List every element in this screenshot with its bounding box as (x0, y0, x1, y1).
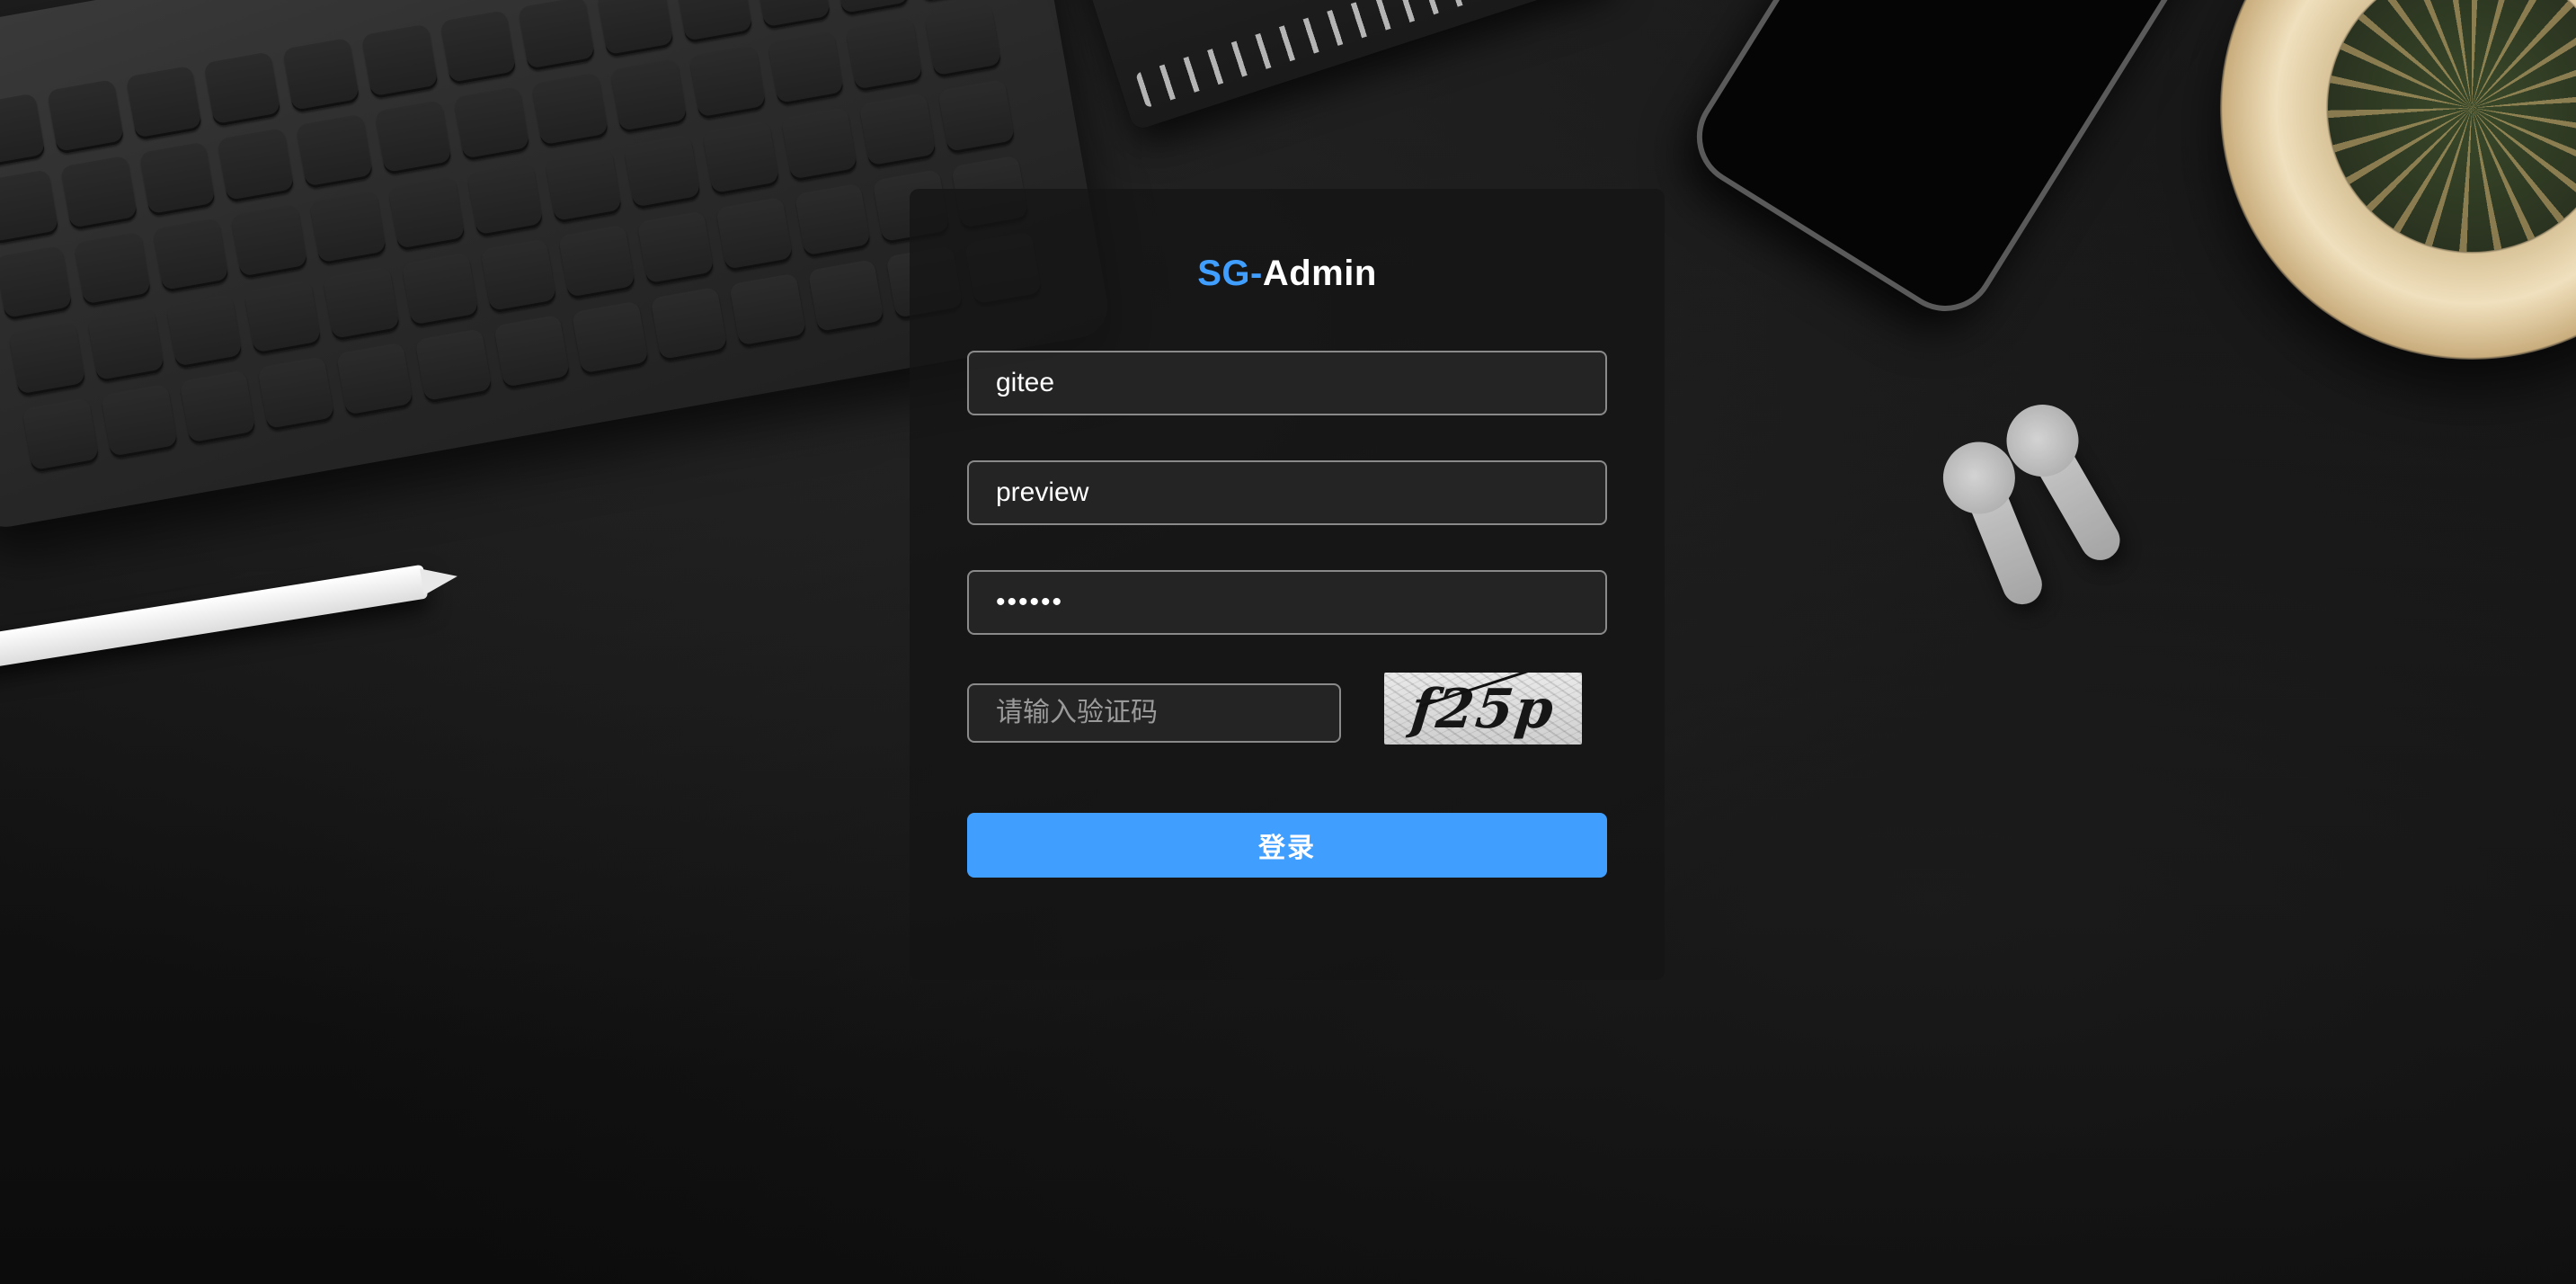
background-earbud (1960, 470, 2048, 611)
login-panel: SG-Admin f25p 登录 (910, 189, 2127, 980)
keyboard-keys (0, 0, 1043, 474)
notebook-spiral (1135, 0, 1592, 109)
captcha-image[interactable]: f25p (1384, 673, 1582, 745)
background-plant (2220, 0, 2576, 360)
background-notebook (1052, 0, 1614, 131)
background-stylus (0, 564, 429, 674)
captcha-code: f25p (1408, 678, 1559, 741)
app-title: SG-Admin (910, 250, 1665, 297)
login-page: SG-Admin f25p 登录 (0, 0, 2576, 1284)
app-title-prefix: SG- (1197, 254, 1263, 293)
captcha-input[interactable] (967, 683, 1341, 743)
username-input[interactable] (967, 351, 1607, 415)
background-phone (1677, 0, 2234, 331)
password-input[interactable] (967, 570, 1607, 635)
app-title-name: Admin (1262, 254, 1377, 293)
account-input[interactable] (967, 460, 1607, 525)
background-earbud (2025, 431, 2127, 567)
login-button[interactable]: 登录 (967, 813, 1607, 878)
